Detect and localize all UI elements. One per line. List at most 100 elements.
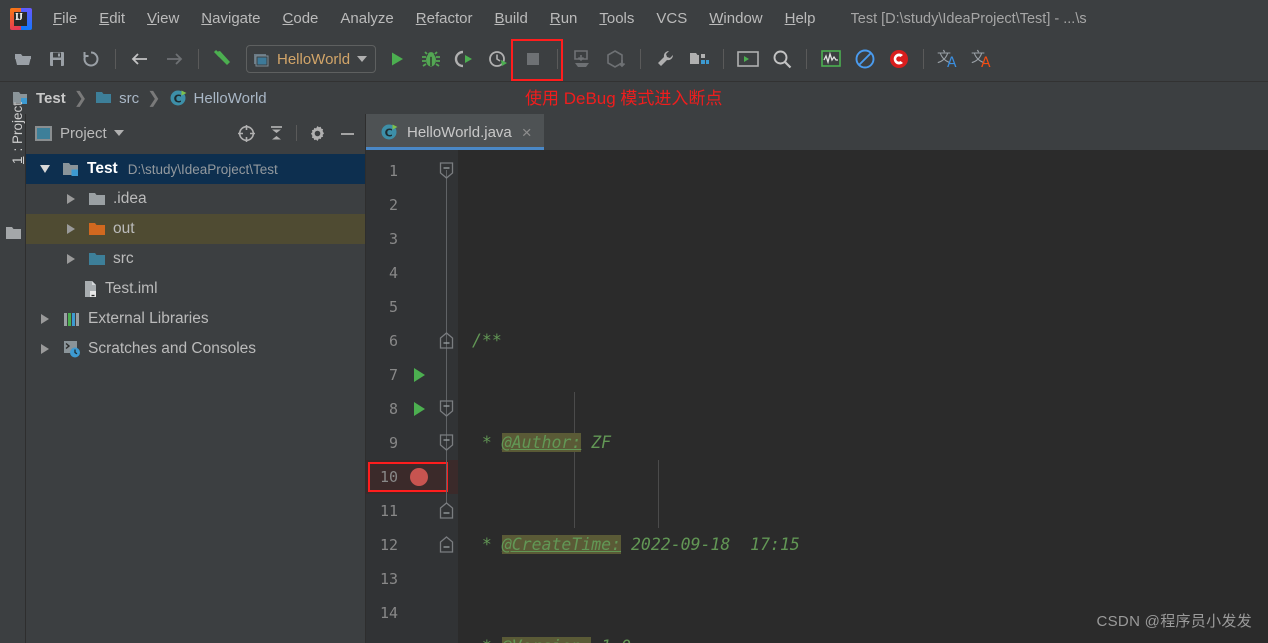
code-token-doc-open: /** (472, 331, 502, 350)
expand-arrow-right-icon[interactable] (34, 344, 56, 354)
menu-file-mnemonic: F (53, 10, 63, 27)
gutter-line-2: 2 (366, 188, 458, 222)
code-editor[interactable]: 1 2 3 4 5 6 7 8 9 10 11 12 13 14 /** * @… (366, 150, 1268, 643)
monitor-graph-icon[interactable] (814, 44, 848, 74)
tool-window-index: 1 (9, 156, 25, 165)
menu-run[interactable]: Run (539, 7, 589, 30)
gutter-line-5: 5 (366, 290, 458, 324)
tree-item-test-iml[interactable]: Test.iml (26, 274, 365, 304)
editor-gutter[interactable]: 1 2 3 4 5 6 7 8 9 10 11 12 13 14 (366, 150, 458, 643)
settings-gear-icon[interactable] (303, 120, 331, 146)
build-hammer-icon[interactable] (206, 44, 240, 74)
menu-view-label: iew (156, 10, 180, 27)
expand-arrow-right-icon[interactable] (60, 254, 82, 264)
menu-code-mnemonic: C (282, 10, 294, 27)
tree-item-external-libraries[interactable]: External Libraries (26, 304, 365, 334)
fold-marker-for[interactable] (439, 434, 454, 451)
tree-item-src[interactable]: src (26, 244, 365, 274)
menu-edit[interactable]: Edit (88, 7, 136, 30)
expand-arrow-right-icon[interactable] (60, 194, 82, 204)
expand-arrow-right-icon[interactable] (60, 224, 82, 234)
project-tool-window: Project Test D:\study\IdeaProject\Test .… (26, 114, 366, 643)
project-structure-icon[interactable] (682, 44, 716, 74)
run-with-coverage-icon[interactable] (448, 44, 482, 74)
update-project-icon[interactable] (565, 44, 599, 74)
folder-orange-icon (89, 223, 105, 235)
source-folder-icon (96, 92, 112, 103)
open-folder-icon[interactable] (6, 44, 40, 74)
fold-marker-javadoc[interactable] (439, 162, 454, 179)
fold-marker-javadoc-end[interactable] (439, 332, 454, 349)
translate-blue-icon[interactable]: 文A (931, 44, 965, 74)
menu-analyze[interactable]: Analyze (329, 7, 404, 30)
indent-guide (658, 460, 659, 528)
tree-item-out[interactable]: out (26, 214, 365, 244)
collapse-all-icon[interactable] (262, 120, 290, 146)
code-line-2[interactable]: * @Author: ZF (458, 426, 1268, 460)
code-line-4[interactable]: * @Version: 1.0 (458, 630, 1268, 643)
scratches-consoles-icon (64, 341, 80, 358)
expand-arrow-right-icon[interactable] (34, 314, 56, 324)
editor-text[interactable]: /** * @Author: ZF * @CreateTime: 2022-09… (458, 150, 1268, 643)
tree-label-idea: .idea (113, 190, 147, 207)
tree-item-idea[interactable]: .idea (26, 184, 365, 214)
menu-build[interactable]: Build (483, 7, 538, 30)
toolbar-separator-3 (557, 49, 559, 69)
back-arrow-icon[interactable] (123, 44, 157, 74)
close-icon[interactable]: × (522, 124, 532, 141)
structure-folder-icon[interactable] (5, 226, 22, 246)
run-class-gutter-icon[interactable] (404, 368, 434, 382)
line-number: 9 (388, 434, 398, 452)
menu-code-label: ode (293, 10, 319, 27)
fold-marker-method[interactable] (439, 400, 454, 417)
toolbar-separator-4 (640, 49, 642, 69)
code-token-star: * (472, 535, 502, 554)
translate-orange-icon[interactable]: 文A (965, 44, 999, 74)
terminal-icon[interactable] (731, 44, 765, 74)
menu-code[interactable]: Code (272, 7, 330, 30)
breadcrumb-item-src[interactable]: src (95, 90, 139, 107)
intellij-idea-logo-icon: IJ (10, 7, 32, 30)
folder-gray-icon (89, 193, 105, 205)
editor-tab-helloworld[interactable]: C HelloWorld.java × (366, 114, 544, 150)
hide-minimize-icon[interactable] (333, 120, 361, 146)
tool-window-button-project[interactable]: 1: Project (4, 90, 30, 176)
commit-icon[interactable] (599, 44, 633, 74)
run-green-triangle-icon[interactable] (380, 44, 414, 74)
menu-view[interactable]: View (136, 7, 190, 30)
breadcrumb-item-helloworld[interactable]: C HelloWorld (169, 89, 267, 107)
tree-label-external-libraries: External Libraries (88, 310, 209, 327)
project-panel-title[interactable]: Project (34, 125, 124, 142)
expand-arrow-down-icon[interactable] (34, 165, 56, 173)
toolbar-separator (115, 49, 116, 69)
run-configuration-selector[interactable]: HelloWorld (246, 45, 377, 73)
menu-refactor[interactable]: Refactor (405, 7, 484, 30)
save-all-icon[interactable] (40, 44, 74, 74)
menu-help[interactable]: Help (774, 7, 827, 30)
debug-bug-icon[interactable] (414, 44, 448, 74)
fold-marker-method-end[interactable] (439, 536, 454, 553)
menu-tools[interactable]: Tools (588, 7, 645, 30)
tree-item-scratches-consoles[interactable]: Scratches and Consoles (26, 334, 365, 364)
forward-arrow-icon[interactable] (157, 44, 191, 74)
tree-item-test[interactable]: Test D:\study\IdeaProject\Test (26, 154, 365, 184)
code-line-1[interactable]: /** (458, 324, 1268, 358)
toolbar-separator-5 (723, 49, 725, 69)
code-line-3[interactable]: * @CreateTime: 2022-09-18 17:15 (458, 528, 1268, 562)
sync-refresh-icon[interactable] (74, 44, 108, 74)
fold-marker-for-end[interactable] (439, 502, 454, 519)
menu-help-label: elp (795, 10, 816, 27)
settings-wrench-icon[interactable] (648, 44, 682, 74)
select-opened-file-icon[interactable] (232, 120, 260, 146)
search-icon[interactable] (765, 44, 799, 74)
menu-window[interactable]: Window (698, 7, 773, 30)
code-token-version-tag: @Version: (501, 637, 592, 643)
run-method-gutter-icon[interactable] (404, 402, 434, 416)
indent-guide (574, 392, 575, 528)
menu-vcs[interactable]: VCS (645, 7, 698, 30)
no-entry-icon[interactable] (848, 44, 882, 74)
menu-file[interactable]: File (42, 7, 88, 30)
codota-c-icon[interactable] (882, 44, 916, 74)
profile-clock-icon[interactable] (482, 44, 516, 74)
menu-navigate[interactable]: Navigate (190, 7, 271, 30)
